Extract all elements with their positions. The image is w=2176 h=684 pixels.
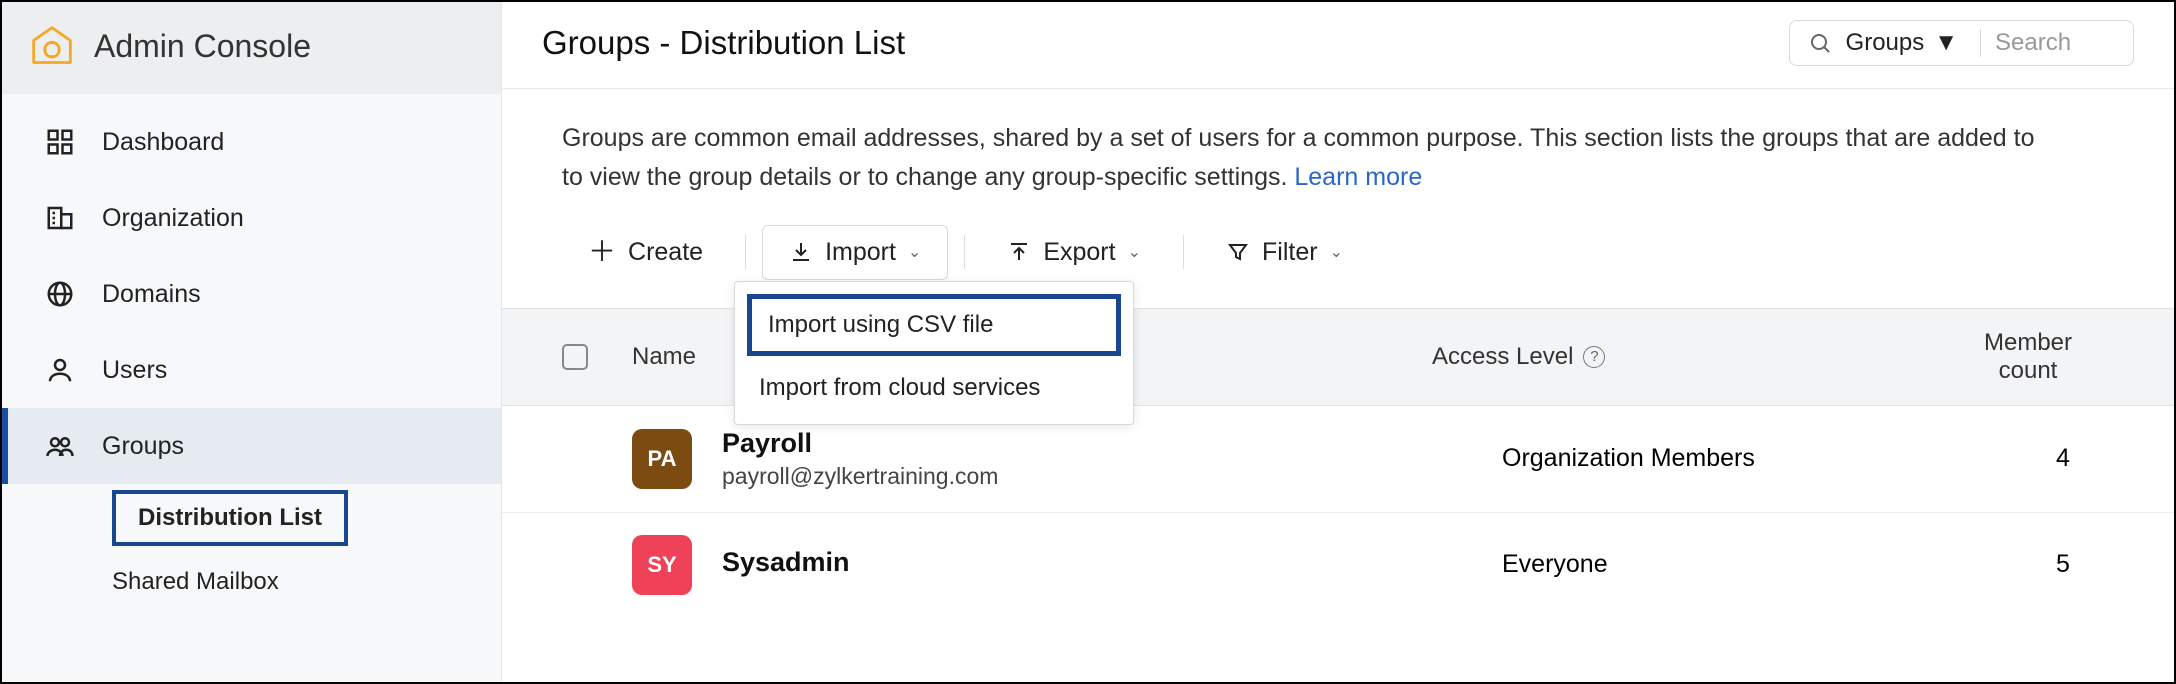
group-name: Payroll (722, 428, 998, 459)
page-description: Groups are common email addresses, share… (502, 89, 2174, 197)
organization-icon (42, 200, 78, 236)
col-member-count: Member count (1952, 329, 2174, 385)
learn-more-link[interactable]: Learn more (1294, 163, 1422, 191)
sidebar-subnav-groups: Distribution List Shared Mailbox (2, 484, 501, 610)
divider (745, 235, 746, 269)
sidebar: Admin Console Dashboard (2, 2, 502, 682)
import-icon (789, 240, 813, 264)
sidebar-item-label: Domains (102, 280, 201, 309)
search-input[interactable] (1995, 29, 2115, 57)
col-access: Access Level ? (1432, 343, 1952, 371)
sidebar-header: Admin Console (2, 2, 501, 94)
globe-icon (42, 276, 78, 312)
caret-down-icon: ▼ (1934, 29, 1958, 57)
main-area: Groups - Distribution List Groups ▼ Grou… (502, 2, 2174, 682)
dashboard-icon (42, 124, 78, 160)
plus-icon: ＋ (588, 238, 616, 266)
app-title: Admin Console (94, 28, 311, 65)
topbar: Groups - Distribution List Groups ▼ (502, 2, 2174, 89)
create-button[interactable]: ＋ Create (562, 226, 729, 279)
help-icon[interactable]: ? (1583, 346, 1605, 368)
group-access: Organization Members (1502, 444, 2022, 473)
sidebar-item-label: Groups (102, 432, 184, 461)
sidebar-nav: Dashboard Organization (2, 94, 501, 610)
group-email: payroll@zylkertraining.com (722, 463, 998, 490)
import-button[interactable]: Import ⌄ (762, 225, 948, 280)
subnav-shared-mailbox[interactable]: Shared Mailbox (112, 554, 501, 610)
group-access: Everyone (1502, 550, 2022, 579)
sidebar-item-label: Organization (102, 204, 244, 233)
search-scope-dropdown[interactable]: Groups ▼ (1846, 29, 1981, 57)
chevron-down-icon: ⌄ (1128, 242, 1141, 262)
sidebar-item-domains[interactable]: Domains (2, 256, 501, 332)
export-button[interactable]: Export ⌄ (981, 226, 1167, 279)
group-count: 5 (2022, 550, 2174, 579)
user-icon (42, 352, 78, 388)
search-icon (1808, 31, 1832, 55)
select-all-checkbox[interactable] (562, 344, 588, 370)
sidebar-item-label: Users (102, 356, 167, 385)
import-cloud-option[interactable]: Import from cloud services (735, 358, 1133, 418)
group-avatar: SY (632, 535, 692, 595)
table-row[interactable]: SY Sysadmin Everyone 5 (502, 513, 2174, 617)
import-dropdown: Import using CSV file Import from cloud … (734, 281, 1134, 425)
group-avatar: PA (632, 429, 692, 489)
subnav-distribution-list[interactable]: Distribution List (112, 490, 348, 546)
group-count: 4 (2022, 444, 2174, 473)
toolbar: ＋ Create Import ⌄ (502, 197, 2174, 308)
sidebar-item-organization[interactable]: Organization (2, 180, 501, 256)
page-title: Groups - Distribution List (542, 24, 905, 62)
filter-button[interactable]: Filter ⌄ (1200, 226, 1369, 279)
sidebar-item-groups[interactable]: Groups (2, 408, 501, 484)
chevron-down-icon: ⌄ (1330, 242, 1343, 262)
import-csv-option[interactable]: Import using CSV file (747, 294, 1121, 356)
search-scope-label: Groups (1846, 29, 1925, 57)
group-name: Sysadmin (722, 547, 850, 578)
search-box: Groups ▼ (1789, 20, 2134, 66)
chevron-down-icon: ⌄ (908, 242, 921, 262)
export-icon (1007, 240, 1031, 264)
divider (1183, 235, 1184, 269)
sidebar-item-label: Dashboard (102, 128, 224, 157)
filter-icon (1226, 240, 1250, 264)
groups-icon (42, 428, 78, 464)
sidebar-item-dashboard[interactable]: Dashboard (2, 104, 501, 180)
sidebar-item-users[interactable]: Users (2, 332, 501, 408)
app-logo-icon (30, 24, 74, 68)
divider (964, 235, 965, 269)
